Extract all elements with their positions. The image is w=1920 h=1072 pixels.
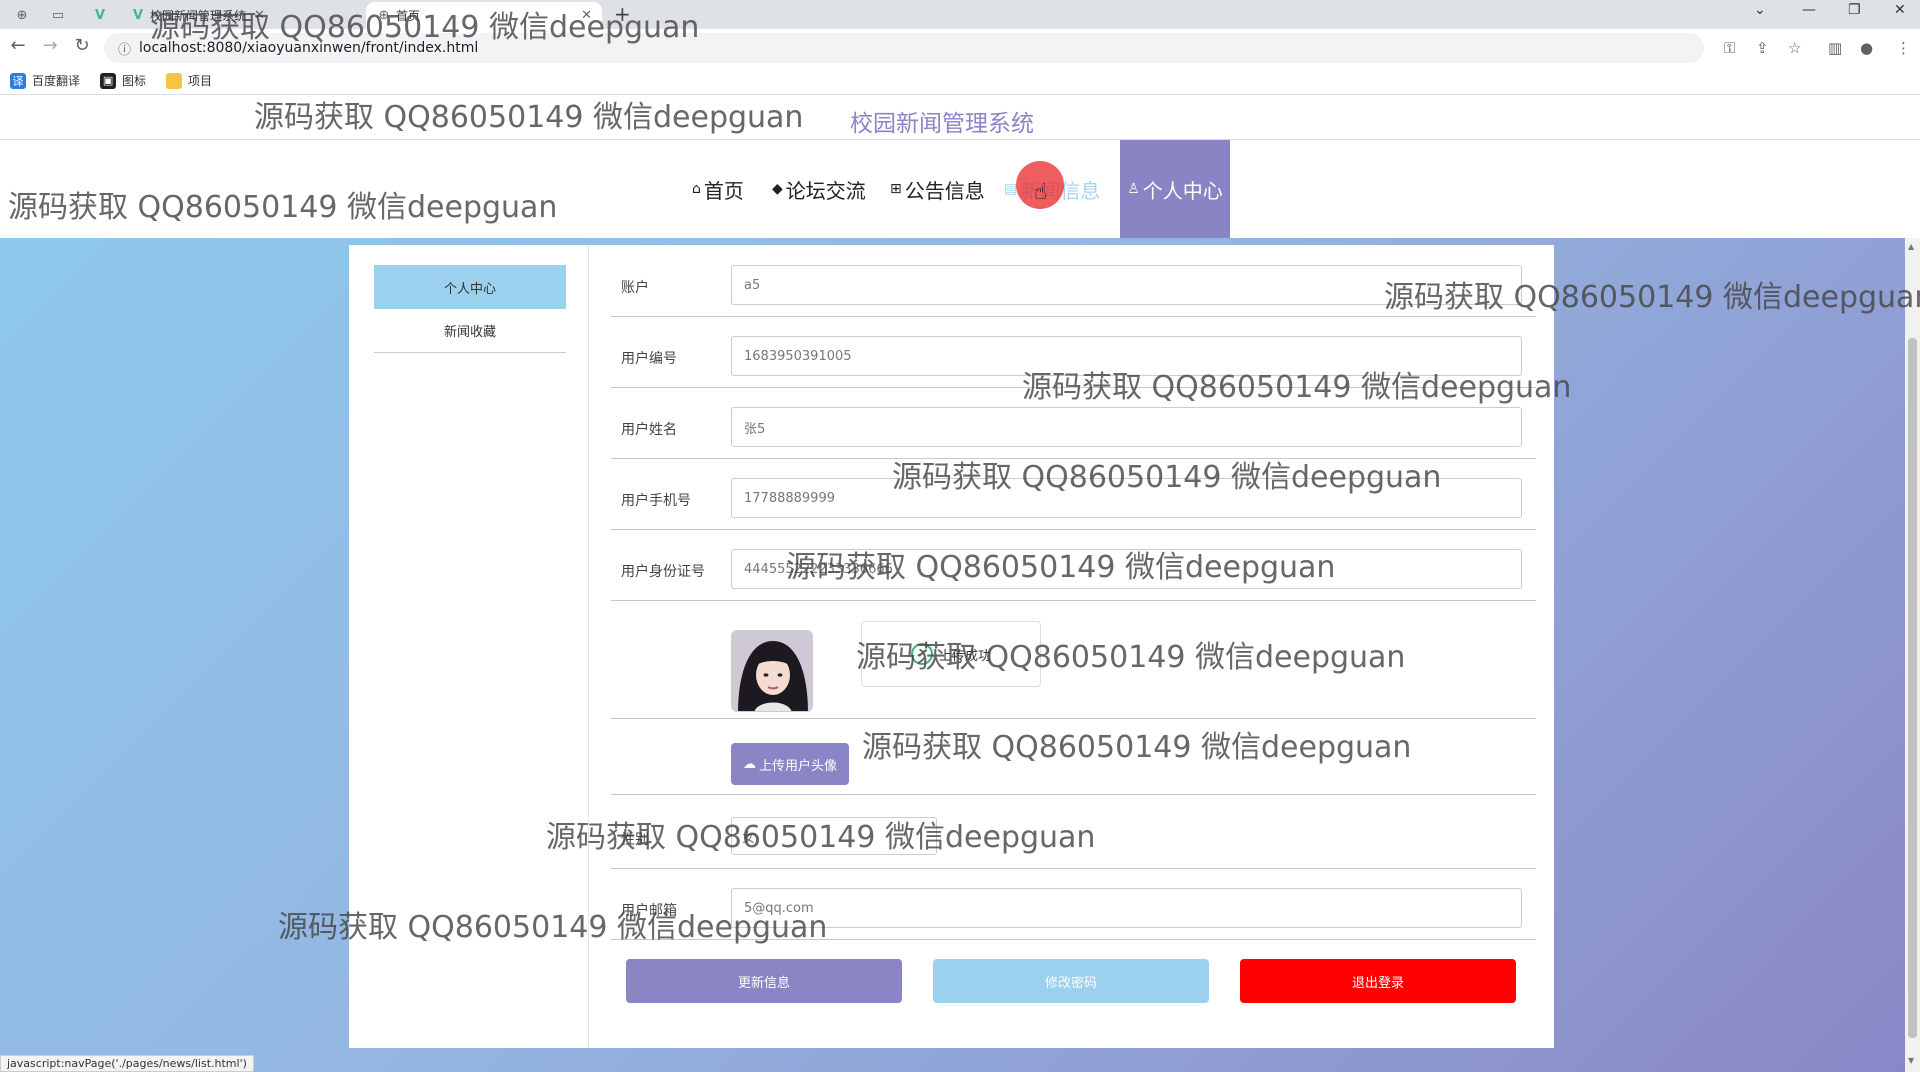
scroll-down-icon[interactable]: ▼ bbox=[1908, 1056, 1914, 1065]
browser-status-bar: javascript:navPage('./pages/news/list.ht… bbox=[0, 1055, 254, 1072]
cloud-upload-icon: ☁ bbox=[742, 756, 756, 772]
star-icon[interactable]: ☆ bbox=[1788, 39, 1801, 57]
email-input[interactable]: 5@qq.com bbox=[731, 888, 1522, 928]
close-icon[interactable]: ✕ bbox=[254, 8, 265, 23]
info-icon[interactable]: ⓘ bbox=[118, 39, 131, 58]
share-icon[interactable]: ⇪ bbox=[1756, 39, 1769, 57]
bookmark-item[interactable]: ■ 项目 bbox=[166, 72, 212, 89]
update-info-button[interactable]: 更新信息 bbox=[626, 959, 902, 1003]
menu-icon[interactable]: ⋮ bbox=[1896, 39, 1911, 57]
account-label: 账户 bbox=[621, 280, 649, 296]
translate-icon: 译 bbox=[10, 72, 26, 89]
email-label: 用户邮箱 bbox=[621, 903, 677, 919]
sex-select[interactable]: 女 bbox=[731, 817, 937, 855]
form-row-email: 用户邮箱 5@qq.com bbox=[611, 888, 1536, 940]
avatar[interactable] bbox=[731, 630, 813, 712]
browser-tab-strip: ⊕ ▭ V V 校园新闻管理系统 ✕ ⊕ 首页 ✕ + ⌄ — ❐ ✕ bbox=[0, 0, 1920, 29]
upload-avatar-button[interactable]: ☁ 上传用户头像 bbox=[731, 743, 849, 785]
idcard-input[interactable]: 444555222233336666 bbox=[731, 549, 1522, 589]
user-no-label: 用户编号 bbox=[621, 351, 677, 367]
change-password-button[interactable]: 修改密码 bbox=[933, 959, 1209, 1003]
upload-success-box: ✓ 上传成功 bbox=[861, 621, 1041, 687]
browser-tab[interactable]: ⊕ bbox=[14, 2, 30, 29]
account-input[interactable]: a5 bbox=[731, 265, 1522, 305]
logout-button[interactable]: 退出登录 bbox=[1240, 959, 1516, 1003]
phone-input[interactable]: 17788889999 bbox=[731, 478, 1522, 518]
browser-tab[interactable]: ▭ bbox=[50, 2, 66, 29]
image-icon: ▣ bbox=[100, 72, 117, 89]
bookmark-label: 百度翻译 bbox=[32, 74, 81, 88]
bookmark-label: 图标 bbox=[122, 74, 147, 88]
sex-label: 性别 bbox=[621, 832, 649, 848]
vue-icon: V bbox=[132, 8, 144, 23]
user-icon: ♙ bbox=[1127, 181, 1140, 197]
upload-success-text: 上传成功 bbox=[938, 648, 991, 664]
reload-icon[interactable]: ↻ bbox=[70, 35, 94, 56]
browser-toolbar: ← → ↻ ⓘ localhost:8080/xiaoyuanxinwen/fr… bbox=[0, 29, 1920, 67]
nav-personal-center[interactable]: ♙ 个人中心 bbox=[1120, 140, 1230, 238]
address-bar[interactable]: ⓘ localhost:8080/xiaoyuanxinwen/front/in… bbox=[104, 33, 1704, 63]
home-icon: ⌂ bbox=[692, 181, 701, 197]
form-row-phone: 用户手机号 17788889999 bbox=[611, 478, 1536, 530]
sidebar-item-news-favorites[interactable]: 新闻收藏 bbox=[374, 309, 566, 353]
browser-tab[interactable]: V bbox=[92, 2, 108, 29]
close-window-icon[interactable]: ✕ bbox=[1894, 2, 1906, 18]
site-title: 校园新闻管理系统 bbox=[850, 111, 1034, 137]
new-tab-button[interactable]: + bbox=[614, 2, 631, 26]
name-input[interactable]: 张5 bbox=[731, 407, 1522, 447]
profile-panel: 个人中心 新闻收藏 账户 a5 用户编号 1683950391005 用户姓名 … bbox=[349, 245, 1554, 1048]
check-circle-icon: ✓ bbox=[910, 643, 933, 665]
forward-icon[interactable]: → bbox=[38, 35, 62, 56]
form-row-user-no: 用户编号 1683950391005 bbox=[611, 336, 1536, 388]
main-nav: ⌂首页 ◆论坛交流 ⊞公告信息 ▤新闻信息 ♙个人中心 bbox=[0, 140, 1920, 238]
nav-forum[interactable]: ◆ 论坛交流 bbox=[772, 140, 866, 238]
form-row-name: 用户姓名 张5 bbox=[611, 407, 1536, 459]
browser-tab-active[interactable]: ⊕ 首页 ✕ bbox=[366, 2, 602, 29]
sidebar-item-personal-center[interactable]: 个人中心 bbox=[374, 265, 566, 309]
scrollbar-thumb[interactable] bbox=[1908, 338, 1917, 1038]
form-row-idcard: 用户身份证号 444555222233336666 bbox=[611, 549, 1536, 601]
profile-icon[interactable]: ● bbox=[1860, 39, 1873, 57]
bookmark-item[interactable]: 译 百度翻译 bbox=[10, 72, 80, 89]
graduation-cap-icon: ◆ bbox=[772, 181, 783, 197]
globe-icon: ⊕ bbox=[16, 8, 28, 23]
tab-search-icon[interactable]: ⌄ bbox=[1754, 2, 1766, 18]
close-icon[interactable]: ✕ bbox=[581, 8, 592, 23]
site-header: 校园新闻管理系统 bbox=[0, 96, 1920, 140]
user-no-input[interactable]: 1683950391005 bbox=[731, 336, 1522, 376]
nav-notice[interactable]: ⊞ 公告信息 bbox=[890, 140, 985, 238]
bookmarks-bar: 译 百度翻译 ▣ 图标 ■ 项目 bbox=[0, 67, 1920, 95]
browser-tab[interactable]: V 校园新闻管理系统 ✕ bbox=[130, 2, 265, 29]
grid-icon: ⊞ bbox=[890, 181, 902, 197]
name-label: 用户姓名 bbox=[621, 422, 677, 438]
tab-label: 首页 bbox=[396, 9, 421, 23]
bookmark-item[interactable]: ▣ 图标 bbox=[100, 72, 146, 89]
restore-icon[interactable]: ❐ bbox=[1848, 2, 1861, 18]
page-scrollbar[interactable]: ▲ ▼ bbox=[1905, 238, 1920, 1072]
tab-label: 校园新闻管理系统 bbox=[150, 9, 247, 23]
page-icon: ▭ bbox=[51, 8, 65, 23]
globe-icon: ⊕ bbox=[378, 8, 390, 23]
nav-home[interactable]: ⌂ 首页 bbox=[692, 140, 744, 238]
idcard-label: 用户身份证号 bbox=[621, 564, 705, 580]
minimize-icon[interactable]: — bbox=[1802, 2, 1816, 18]
avatar-image bbox=[732, 631, 812, 711]
sidebar: 个人中心 新闻收藏 bbox=[349, 245, 589, 1048]
key-icon[interactable]: ⚿ bbox=[1724, 39, 1735, 57]
bookmark-label: 项目 bbox=[188, 74, 213, 88]
upload-avatar-label: 上传用户头像 bbox=[758, 758, 837, 774]
back-icon[interactable]: ← bbox=[6, 35, 30, 56]
url-text: localhost:8080/xiaoyuanxinwen/front/inde… bbox=[139, 40, 479, 56]
form-row-account: 账户 a5 bbox=[611, 265, 1536, 317]
phone-label: 用户手机号 bbox=[621, 493, 691, 509]
scroll-up-icon[interactable]: ▲ bbox=[1908, 242, 1914, 251]
folder-icon: ■ bbox=[166, 72, 183, 89]
vue-icon: V bbox=[94, 8, 106, 23]
side-panel-icon[interactable]: ▥ bbox=[1828, 39, 1842, 57]
mouse-cursor-icon: ☝ bbox=[1034, 180, 1048, 205]
